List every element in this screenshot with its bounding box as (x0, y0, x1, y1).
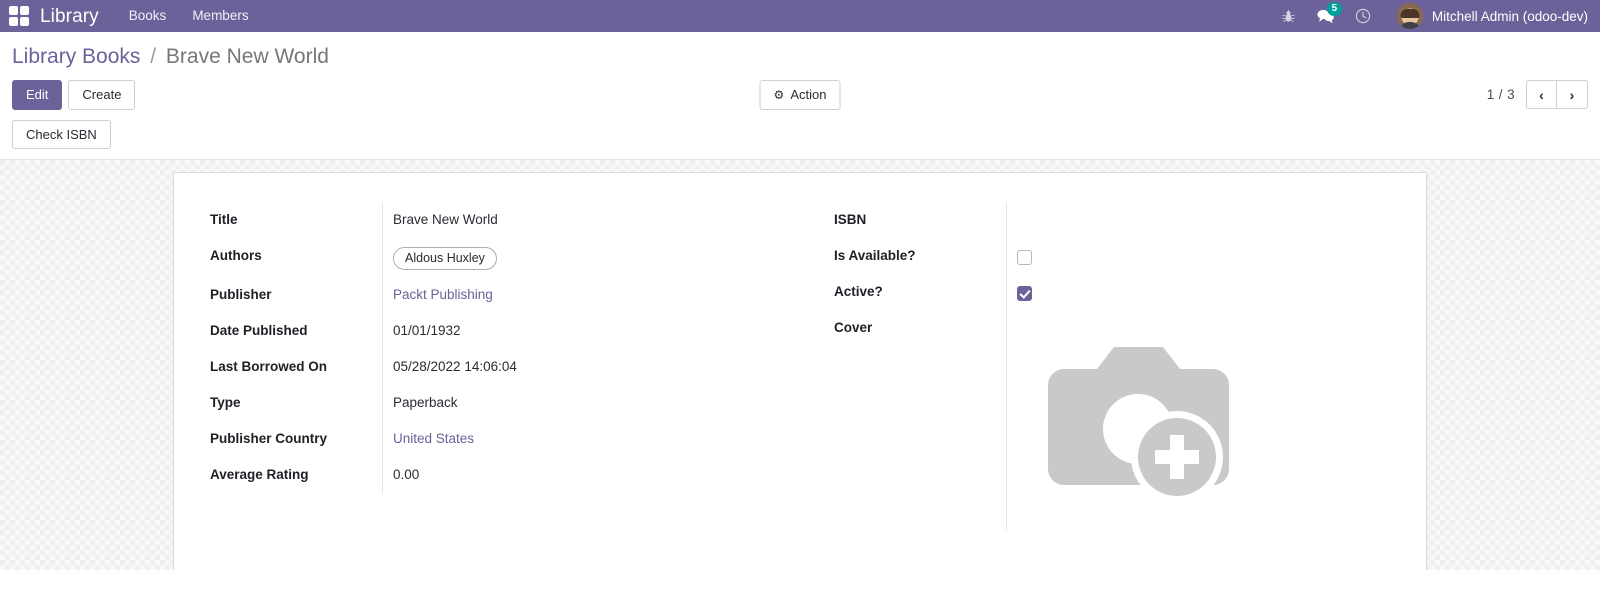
record-pager: 1 / 3 ‹ › (1486, 80, 1588, 110)
field-last-borrowed-on: Last Borrowed On 05/28/2022 14:06:04 (210, 350, 800, 387)
field-active-value (1006, 275, 1390, 312)
field-publisher-country-value[interactable]: United States (382, 422, 800, 459)
activity-clock-icon[interactable] (1355, 8, 1371, 24)
field-isbn: ISBN (834, 203, 1390, 240)
publisher-link[interactable]: Packt Publishing (393, 287, 493, 302)
action-button-label: Action (790, 87, 827, 103)
field-active-label: Active? (834, 284, 883, 300)
field-authors-value[interactable]: Aldous Huxley (382, 239, 800, 279)
field-publisher-country: Publisher Country United States (210, 422, 800, 459)
pager-buttons: ‹ › (1526, 80, 1588, 110)
field-title-label: Title (210, 212, 238, 228)
author-tag[interactable]: Aldous Huxley (393, 247, 497, 271)
field-average-rating: Average Rating 0.00 (210, 458, 800, 495)
field-is-available-value (1006, 239, 1390, 276)
field-type-value[interactable]: Paperback (382, 386, 800, 423)
field-date-published-label: Date Published (210, 323, 308, 339)
apps-grid-icon[interactable] (8, 5, 30, 27)
breadcrumb: Library Books / Brave New World (0, 32, 1600, 74)
user-menu[interactable]: Mitchell Admin (odoo-dev) (1396, 3, 1588, 29)
field-is-available-label: Is Available? (834, 248, 916, 264)
form-sheet: Title Brave New World Authors Aldous Hux… (173, 172, 1427, 571)
top-navbar: Library Books Members 5 Mitchell Admin (… (0, 0, 1600, 32)
field-type: Type Paperback (210, 386, 800, 423)
form-background: Title Brave New World Authors Aldous Hux… (0, 160, 1600, 571)
field-publisher-value[interactable]: Packt Publishing (382, 278, 800, 315)
field-authors: Authors Aldous Huxley (210, 239, 800, 279)
form-statusbar: Check ISBN (0, 119, 1600, 161)
form-column-right: ISBN Is Available? Active? Cover (800, 203, 1390, 532)
app-brand-library[interactable]: Library (40, 7, 99, 26)
pager-next-button[interactable]: › (1557, 80, 1588, 110)
field-type-label: Type (210, 395, 241, 411)
gear-icon: ⚙ (773, 87, 785, 102)
record-action-buttons: Edit Create (12, 80, 136, 110)
field-average-rating-value: 0.00 (382, 458, 800, 495)
avatar-body (1398, 22, 1421, 29)
create-button[interactable]: Create (68, 80, 136, 110)
nav-item-members[interactable]: Members (192, 9, 248, 23)
navbar-systray: 5 Mitchell Admin (odoo-dev) (1281, 2, 1588, 29)
field-authors-label: Authors (210, 248, 262, 264)
apps-grid-cell (9, 6, 18, 15)
form-grid: Title Brave New World Authors Aldous Hux… (210, 203, 1390, 532)
breadcrumb-separator: / (150, 45, 157, 68)
nav-item-books[interactable]: Books (129, 9, 167, 23)
breadcrumb-root-library-books[interactable]: Library Books (12, 45, 140, 68)
form-column-left: Title Brave New World Authors Aldous Hux… (210, 203, 800, 531)
field-last-borrowed-on-value[interactable]: 05/28/2022 14:06:04 (382, 350, 800, 387)
field-date-published: Date Published 01/01/1932 (210, 314, 800, 351)
edit-button[interactable]: Edit (12, 80, 63, 110)
active-checkbox[interactable] (1017, 285, 1032, 301)
field-last-borrowed-on-label: Last Borrowed On (210, 359, 328, 375)
navbar-menu: Books Members (129, 9, 249, 23)
field-average-rating-label: Average Rating (210, 467, 309, 483)
user-name-label: Mitchell Admin (odoo-dev) (1431, 8, 1588, 24)
check-isbn-button[interactable]: Check ISBN (12, 119, 111, 150)
avatar-hair (1400, 9, 1420, 19)
camera-add-placeholder-icon[interactable] (1017, 317, 1247, 517)
action-menu-wrapper: ⚙ Action (759, 80, 841, 110)
field-isbn-value[interactable] (1006, 203, 1390, 240)
field-title: Title Brave New World (210, 203, 800, 240)
bug-icon[interactable] (1281, 9, 1296, 24)
field-is-available: Is Available? (834, 239, 1390, 276)
field-isbn-label: ISBN (834, 212, 867, 228)
field-active: Active? (834, 275, 1390, 312)
field-title-value[interactable]: Brave New World (382, 203, 800, 240)
field-cover-value (1006, 311, 1247, 532)
field-cover-label: Cover (834, 320, 873, 336)
publisher-country-link[interactable]: United States (393, 431, 474, 446)
apps-grid-cell (20, 6, 29, 15)
control-panel: Edit Create ⚙ Action 1 / 3 ‹ › (0, 74, 1600, 120)
apps-grid-cell (9, 17, 18, 26)
field-date-published-value[interactable]: 01/01/1932 (382, 314, 800, 351)
field-cover: Cover (834, 311, 1390, 532)
field-publisher-country-label: Publisher Country (210, 431, 328, 447)
pager-previous-button[interactable]: ‹ (1526, 80, 1557, 110)
breadcrumb-current-record: Brave New World (165, 45, 329, 68)
apps-grid-cell (20, 17, 29, 26)
is-available-checkbox[interactable] (1017, 249, 1032, 265)
pager-count-label: 1 / 3 (1486, 87, 1515, 103)
user-avatar (1396, 3, 1423, 29)
messages-count-badge: 5 (1326, 2, 1342, 16)
messages-icon[interactable]: 5 (1316, 2, 1342, 24)
action-button[interactable]: ⚙ Action (759, 80, 841, 110)
field-publisher-label: Publisher (210, 287, 272, 303)
field-publisher: Publisher Packt Publishing (210, 278, 800, 315)
